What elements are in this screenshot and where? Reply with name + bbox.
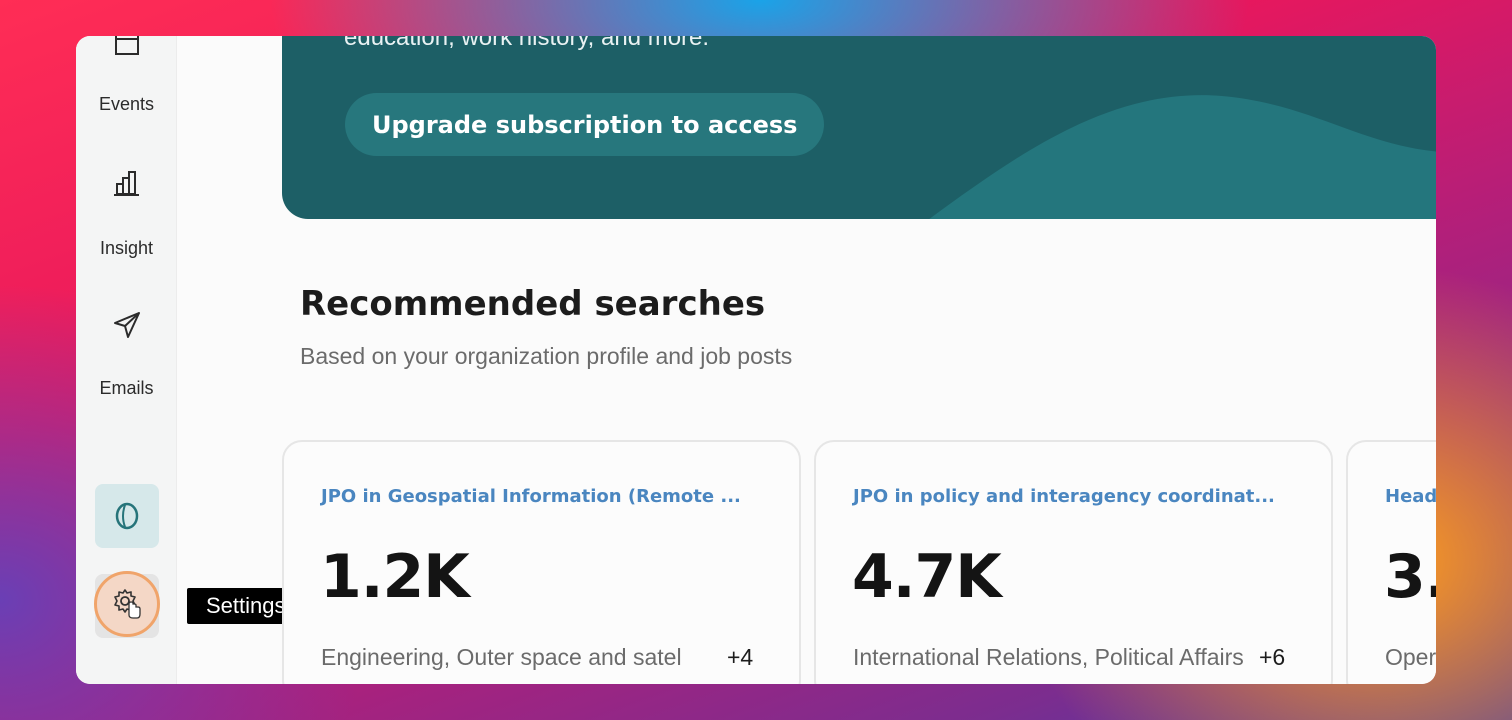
search-card[interactable]: Head 3. Oper: [1346, 440, 1436, 684]
section-title: Recommended searches: [300, 284, 766, 324]
search-card[interactable]: JPO in policy and interagency coordinat.…: [814, 440, 1333, 684]
coin-icon: [115, 502, 139, 530]
card-count: 4.7K: [852, 542, 1002, 612]
sidebar-item-events[interactable]: Events: [76, 36, 177, 115]
card-tags: Engineering, Outer space and satel: [321, 644, 682, 670]
sidebar: Events Insight Emails: [76, 36, 177, 684]
upgrade-banner: education, work history, and more. Upgra…: [282, 36, 1436, 219]
card-tags: International Relations, Political Affai…: [853, 644, 1244, 670]
banner-text: education, work history, and more.: [344, 36, 710, 51]
upgrade-subscription-button[interactable]: Upgrade subscription to access: [345, 93, 825, 156]
recommended-cards: JPO in Geospatial Information (Remote ..…: [282, 440, 1436, 684]
sidebar-item-emails[interactable]: Emails: [76, 310, 177, 399]
app-window: Events Insight Emails Settings education…: [76, 36, 1436, 684]
card-more-tags[interactable]: +4: [727, 644, 753, 671]
gear-icon: [114, 589, 141, 619]
send-icon: [113, 312, 140, 338]
sidebar-item-insight[interactable]: Insight: [76, 170, 177, 259]
sidebar-item-label: Insight: [99, 238, 154, 258]
card-count: 3.: [1384, 542, 1436, 612]
card-more-tags[interactable]: +6: [1259, 644, 1285, 671]
card-count: 1.2K: [320, 542, 470, 612]
card-title[interactable]: Head: [1385, 486, 1436, 507]
section-subtitle: Based on your organization profile and j…: [300, 343, 793, 369]
settings-button[interactable]: [94, 571, 160, 637]
sidebar-item-label: Events: [98, 94, 155, 114]
sidebar-item-label: Emails: [99, 378, 154, 398]
search-card[interactable]: JPO in Geospatial Information (Remote ..…: [282, 440, 801, 684]
calendar-icon: [114, 36, 139, 55]
card-title[interactable]: JPO in policy and interagency coordinat.…: [853, 486, 1275, 507]
card-tags: Oper: [1385, 644, 1436, 670]
bar-chart-icon: [113, 171, 139, 196]
coin-button[interactable]: [95, 484, 159, 548]
card-title[interactable]: JPO in Geospatial Information (Remote ..…: [321, 486, 741, 507]
